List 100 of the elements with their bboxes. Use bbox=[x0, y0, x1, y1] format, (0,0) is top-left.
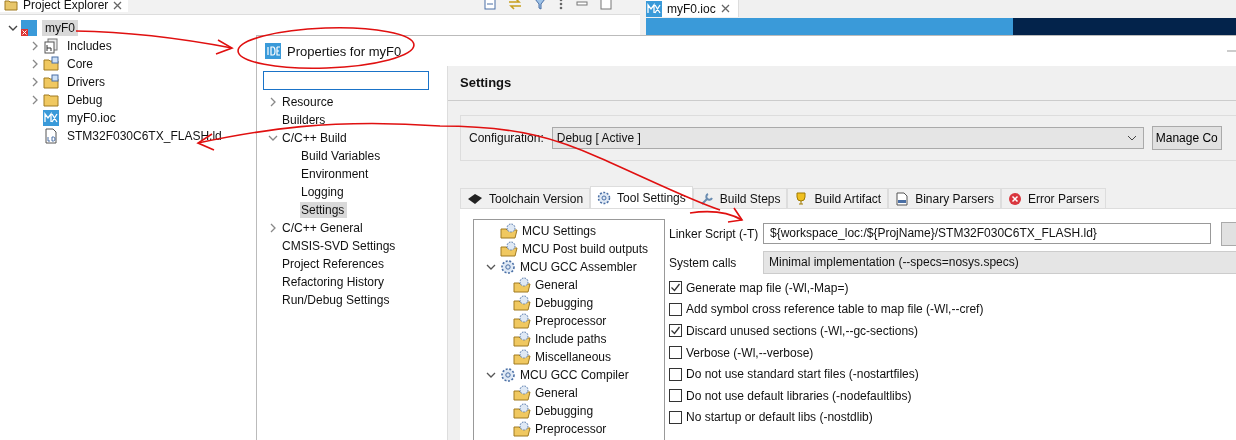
checkbox-label: Add symbol cross reference table to map file (-Wl,--cref) bbox=[686, 302, 984, 317]
tree-item[interactable]: Drivers bbox=[64, 74, 108, 90]
editor-tab-label: myF0.ioc bbox=[667, 1, 716, 16]
linker-script-field[interactable]: ${workspace_loc:/${ProjName}/STM32F030C6TX_FLASH.ld} bbox=[763, 223, 1211, 244]
nav-item[interactable]: Resource bbox=[281, 94, 337, 110]
chip-icon bbox=[467, 191, 483, 206]
gear-icon bbox=[597, 190, 612, 205]
tool-tree-item[interactable]: Debugging bbox=[535, 404, 594, 418]
nav-item[interactable]: CMSIS-SVD Settings bbox=[281, 238, 399, 254]
settings-tab[interactable]: Build Artifact bbox=[787, 188, 889, 208]
settings-folder-icon bbox=[513, 421, 531, 437]
tool-tree-item[interactable]: Preprocessor bbox=[535, 422, 607, 436]
tree-item[interactable]: myF0 bbox=[42, 20, 78, 36]
checkbox-label: No startup or default libs (-nostdlib) bbox=[686, 410, 873, 425]
source-folder-icon bbox=[43, 56, 59, 72]
checkbox[interactable] bbox=[669, 367, 682, 381]
file-icon bbox=[43, 128, 59, 144]
checkbox[interactable] bbox=[669, 281, 682, 295]
wrench-icon bbox=[699, 191, 714, 206]
ide-icon bbox=[265, 43, 281, 59]
checkbox-label: Do not use default libraries (-nodefaultlibs) bbox=[686, 388, 912, 403]
settings-folder-icon bbox=[513, 385, 531, 401]
checkbox[interactable] bbox=[669, 389, 682, 403]
tree-item[interactable]: Core bbox=[64, 56, 96, 72]
nav-item[interactable]: Builders bbox=[281, 112, 329, 128]
tool-tree-item[interactable]: General bbox=[535, 386, 578, 400]
tree-item[interactable]: myF0.ioc bbox=[64, 110, 119, 126]
checkbox[interactable] bbox=[669, 324, 682, 338]
filter-field[interactable] bbox=[263, 71, 429, 90]
settings-folder-icon bbox=[513, 313, 531, 329]
tool-tree-item[interactable]: Include paths bbox=[535, 332, 607, 346]
tool-tree-item[interactable]: MCU Settings bbox=[522, 224, 597, 238]
tree-item[interactable]: STM32F030C6TX_FLASH.ld bbox=[64, 128, 225, 144]
source-folder-icon bbox=[43, 74, 59, 90]
dialog-title: Properties for myF0 bbox=[287, 43, 402, 59]
project-icon bbox=[21, 20, 37, 36]
error-icon bbox=[1007, 191, 1022, 206]
settings-tab[interactable]: Binary Parsers bbox=[888, 188, 1001, 208]
settings-folder-icon bbox=[513, 403, 531, 419]
checkbox-label: Discard unused sections (-Wl,--gc-sections) bbox=[686, 324, 919, 338]
chevron-icon[interactable] bbox=[8, 23, 18, 33]
manage-configurations-button[interactable]: Manage Co bbox=[1151, 126, 1222, 150]
explorer-tab[interactable]: Project Explorer bbox=[0, 0, 129, 12]
tool-tree-item[interactable]: Miscellaneous bbox=[535, 350, 612, 364]
checkbox-label: Verbose (-Wl,--verbose) bbox=[686, 345, 814, 360]
system-calls-dropdown[interactable]: Minimal implementation (--specs=nosys.specs) bbox=[763, 251, 1236, 274]
nav-item[interactable]: C/C++ Build bbox=[281, 130, 350, 146]
folder-icon bbox=[43, 92, 59, 108]
folder-icon bbox=[4, 0, 18, 11]
close-icon[interactable] bbox=[113, 0, 123, 10]
nav-item[interactable]: Refactoring History bbox=[281, 274, 388, 290]
nav-item[interactable]: Run/Debug Settings bbox=[281, 292, 393, 308]
tool-tree-item[interactable]: MCU GCC Compiler bbox=[520, 368, 629, 382]
binary-file-icon bbox=[895, 191, 910, 206]
tool-tree-item[interactable]: Preprocessor bbox=[535, 314, 607, 328]
close-icon[interactable] bbox=[720, 4, 730, 13]
tool-tree-item[interactable]: MCU Post build outputs bbox=[522, 242, 649, 256]
nav-item[interactable]: Build Variables bbox=[300, 148, 384, 164]
page-title: Settings bbox=[448, 66, 1236, 101]
tool-tree-item[interactable]: MCU GCC Assembler bbox=[520, 260, 637, 274]
settings-folder-icon bbox=[500, 241, 518, 257]
checkbox[interactable] bbox=[669, 410, 682, 424]
linker-script-label: Linker Script (-T) bbox=[669, 226, 760, 241]
checkbox[interactable] bbox=[669, 346, 682, 360]
checkbox-label: Do not use standard start files (-nostartfiles) bbox=[686, 367, 919, 382]
tree-item[interactable]: Includes bbox=[64, 38, 115, 54]
mx-file-icon bbox=[646, 0, 662, 17]
editor-tab[interactable]: myF0.ioc bbox=[646, 0, 739, 17]
system-calls-label: System calls bbox=[669, 255, 738, 270]
tool-tree-item[interactable]: Debugging bbox=[535, 296, 594, 310]
settings-tab[interactable]: Error Parsers bbox=[1000, 188, 1107, 208]
configuration-dropdown[interactable]: Debug [ Active ] bbox=[551, 127, 1144, 149]
nav-item[interactable]: Project References bbox=[281, 256, 388, 272]
tree-item[interactable]: Debug bbox=[64, 92, 106, 108]
trophy-icon bbox=[794, 191, 809, 206]
filter-icon[interactable] bbox=[534, 0, 547, 10]
more-icon[interactable] bbox=[558, 0, 565, 10]
checkbox[interactable] bbox=[669, 302, 682, 316]
settings-tab[interactable]: Toolchain Version bbox=[460, 188, 591, 208]
nav-item[interactable]: Environment bbox=[300, 166, 372, 182]
settings-folder-icon bbox=[513, 295, 531, 311]
caret-icon bbox=[1126, 135, 1137, 141]
settings-tab[interactable]: Tool Settings bbox=[590, 186, 693, 208]
clock-tab-bar[interactable] bbox=[1013, 18, 1236, 38]
gear-icon bbox=[500, 367, 516, 383]
nav-item[interactable]: Logging bbox=[300, 184, 347, 200]
nav-item[interactable]: C/C++ General bbox=[281, 220, 366, 236]
mx-file-icon bbox=[43, 110, 59, 126]
settings-folder-icon bbox=[513, 277, 531, 293]
settings-folder-icon bbox=[513, 331, 531, 347]
settings-folder-icon bbox=[513, 349, 531, 365]
gear-icon bbox=[500, 259, 516, 275]
settings-tab[interactable]: Build Steps bbox=[692, 188, 788, 208]
chevron-icon[interactable] bbox=[486, 370, 496, 380]
settings-folder-icon bbox=[500, 223, 518, 239]
chevron-icon[interactable] bbox=[486, 262, 496, 272]
nav-item[interactable]: Settings bbox=[300, 202, 348, 218]
checkbox-label: Generate map file (-Wl,-Map=) bbox=[686, 280, 849, 295]
tool-tree-item[interactable]: General bbox=[535, 278, 578, 292]
includes-icon bbox=[43, 38, 59, 54]
